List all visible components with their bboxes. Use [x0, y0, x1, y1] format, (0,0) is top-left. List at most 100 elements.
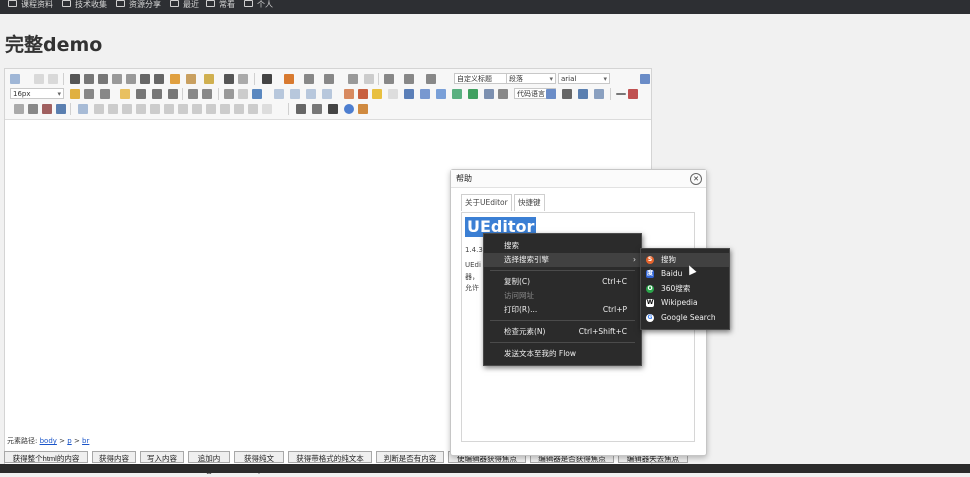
underline-icon[interactable]	[98, 74, 108, 84]
append-content-button[interactable]: 追加内容	[188, 451, 230, 475]
insert-code-icon[interactable]	[498, 89, 508, 99]
tab-shortcuts[interactable]: 快捷键	[514, 194, 545, 211]
snapscreen-icon[interactable]	[42, 104, 52, 114]
path-br-link[interactable]: br	[82, 437, 89, 445]
clear-doc-icon[interactable]	[364, 74, 374, 84]
engine-360[interactable]: O 360搜索	[641, 282, 729, 296]
insert-row-icon[interactable]	[122, 104, 132, 114]
insert-video-icon[interactable]	[404, 89, 414, 99]
ltr-icon[interactable]	[70, 89, 80, 99]
insert-col-icon[interactable]	[150, 104, 160, 114]
chart-icon[interactable]	[262, 104, 272, 114]
source-icon[interactable]	[10, 74, 20, 84]
bookmark-item[interactable]: 最近	[170, 0, 199, 10]
uppercase-icon[interactable]	[188, 89, 198, 99]
strikethrough-icon[interactable]	[126, 74, 136, 84]
paste-plain-icon[interactable]	[238, 74, 248, 84]
template-icon[interactable]	[578, 89, 588, 99]
path-body-link[interactable]: body	[40, 437, 57, 445]
help-icon[interactable]	[344, 104, 354, 114]
font-family-select[interactable]: arial	[558, 73, 610, 85]
search-replace-icon[interactable]	[328, 104, 338, 114]
font-color-icon[interactable]	[262, 74, 272, 84]
rtl-icon[interactable]	[84, 89, 94, 99]
line-height-icon[interactable]	[426, 74, 436, 84]
row-spacing-bottom-icon[interactable]	[404, 74, 414, 84]
preview-icon[interactable]	[312, 104, 322, 114]
image-left-icon[interactable]	[290, 89, 300, 99]
menu-item-print[interactable]: 打印(R)... Ctrl+P	[484, 303, 641, 317]
get-content-button[interactable]: 获得内容	[92, 451, 136, 463]
justify-icon[interactable]	[168, 89, 178, 99]
menu-item-copy[interactable]: 复制(C) Ctrl+C	[484, 275, 641, 289]
bookmark-item[interactable]: 课程资料	[8, 0, 53, 10]
horizontal-rule-icon[interactable]	[616, 93, 626, 95]
insert-paragraph-icon[interactable]	[108, 104, 118, 114]
get-all-html-button[interactable]: 获得整个html的内容	[4, 451, 88, 463]
emotion-icon[interactable]	[372, 89, 382, 99]
split-cells-icon[interactable]	[220, 104, 230, 114]
unlink-icon[interactable]	[238, 89, 248, 99]
engine-google[interactable]: G Google Search	[641, 311, 729, 325]
wordimage-icon[interactable]	[56, 104, 66, 114]
superscript-icon[interactable]	[140, 74, 150, 84]
menu-item-send-to-flow[interactable]: 发送文本至我的 Flow	[484, 347, 641, 361]
gmap-icon[interactable]	[468, 89, 478, 99]
font-size-select[interactable]: 16px	[10, 88, 64, 100]
insert-frame-icon[interactable]	[484, 89, 494, 99]
row-spacing-top-icon[interactable]	[384, 74, 394, 84]
menu-item-choose-engine[interactable]: 选择搜索引擎 ›	[484, 253, 641, 267]
engine-wikipedia[interactable]: W Wikipedia	[641, 296, 729, 310]
has-content-button[interactable]: 判断是否有内容	[376, 451, 444, 463]
delete-table-icon[interactable]	[94, 104, 104, 114]
menu-item-search[interactable]: 搜索	[484, 239, 641, 253]
close-icon[interactable]: ✕	[690, 173, 702, 185]
image-right-icon[interactable]	[306, 89, 316, 99]
merge-cells-icon[interactable]	[178, 104, 188, 114]
attachment-icon[interactable]	[436, 89, 446, 99]
split-rows-icon[interactable]	[234, 104, 244, 114]
special-chars-icon[interactable]	[28, 104, 38, 114]
eraser-icon[interactable]	[170, 74, 180, 84]
tab-about[interactable]: 关于UEditor	[461, 194, 512, 211]
date-icon[interactable]	[628, 89, 638, 99]
bookmark-item[interactable]: 常看	[206, 0, 235, 10]
get-formatted-text-button[interactable]: 获得带格式的纯文本	[288, 451, 372, 463]
ordered-list-icon[interactable]	[304, 74, 314, 84]
music-icon[interactable]	[420, 89, 430, 99]
italic-icon[interactable]	[84, 74, 94, 84]
border-icon[interactable]	[112, 74, 122, 84]
anchor-icon[interactable]	[252, 89, 262, 99]
image-none-icon[interactable]	[274, 89, 284, 99]
paragraph-select[interactable]: 段落	[506, 73, 556, 85]
indent-icon[interactable]	[100, 89, 110, 99]
delete-col-icon[interactable]	[164, 104, 174, 114]
link-icon[interactable]	[224, 89, 234, 99]
select-all-icon[interactable]	[348, 74, 358, 84]
path-p-link[interactable]: p	[67, 437, 71, 445]
image-center-icon[interactable]	[322, 89, 332, 99]
drafts-icon[interactable]	[358, 104, 368, 114]
autotypeset-icon[interactable]	[204, 74, 214, 84]
engine-sogou[interactable]: S 搜狗	[641, 253, 729, 267]
split-cols-icon[interactable]	[248, 104, 258, 114]
background-icon[interactable]	[594, 89, 604, 99]
insert-image-icon[interactable]	[358, 89, 368, 99]
subscript-icon[interactable]	[154, 74, 164, 84]
format-brush-icon[interactable]	[186, 74, 196, 84]
simple-upload-icon[interactable]	[344, 89, 354, 99]
align-center-icon[interactable]	[136, 89, 146, 99]
bold-icon[interactable]	[70, 74, 80, 84]
map-icon[interactable]	[452, 89, 462, 99]
insert-table-icon[interactable]	[78, 104, 88, 114]
blockquote-icon[interactable]	[224, 74, 234, 84]
merge-down-icon[interactable]	[206, 104, 216, 114]
pagebreak-icon[interactable]	[562, 89, 572, 99]
fullscreen-icon[interactable]	[640, 74, 650, 84]
engine-baidu[interactable]: 度 Baidu	[641, 267, 729, 281]
menu-item-inspect[interactable]: 检查元素(N) Ctrl+Shift+C	[484, 325, 641, 339]
bookmark-item[interactable]: 资源分享	[116, 0, 161, 10]
set-content-button[interactable]: 写入内容	[140, 451, 184, 463]
delete-row-icon[interactable]	[136, 104, 146, 114]
lowercase-icon[interactable]	[202, 89, 212, 99]
